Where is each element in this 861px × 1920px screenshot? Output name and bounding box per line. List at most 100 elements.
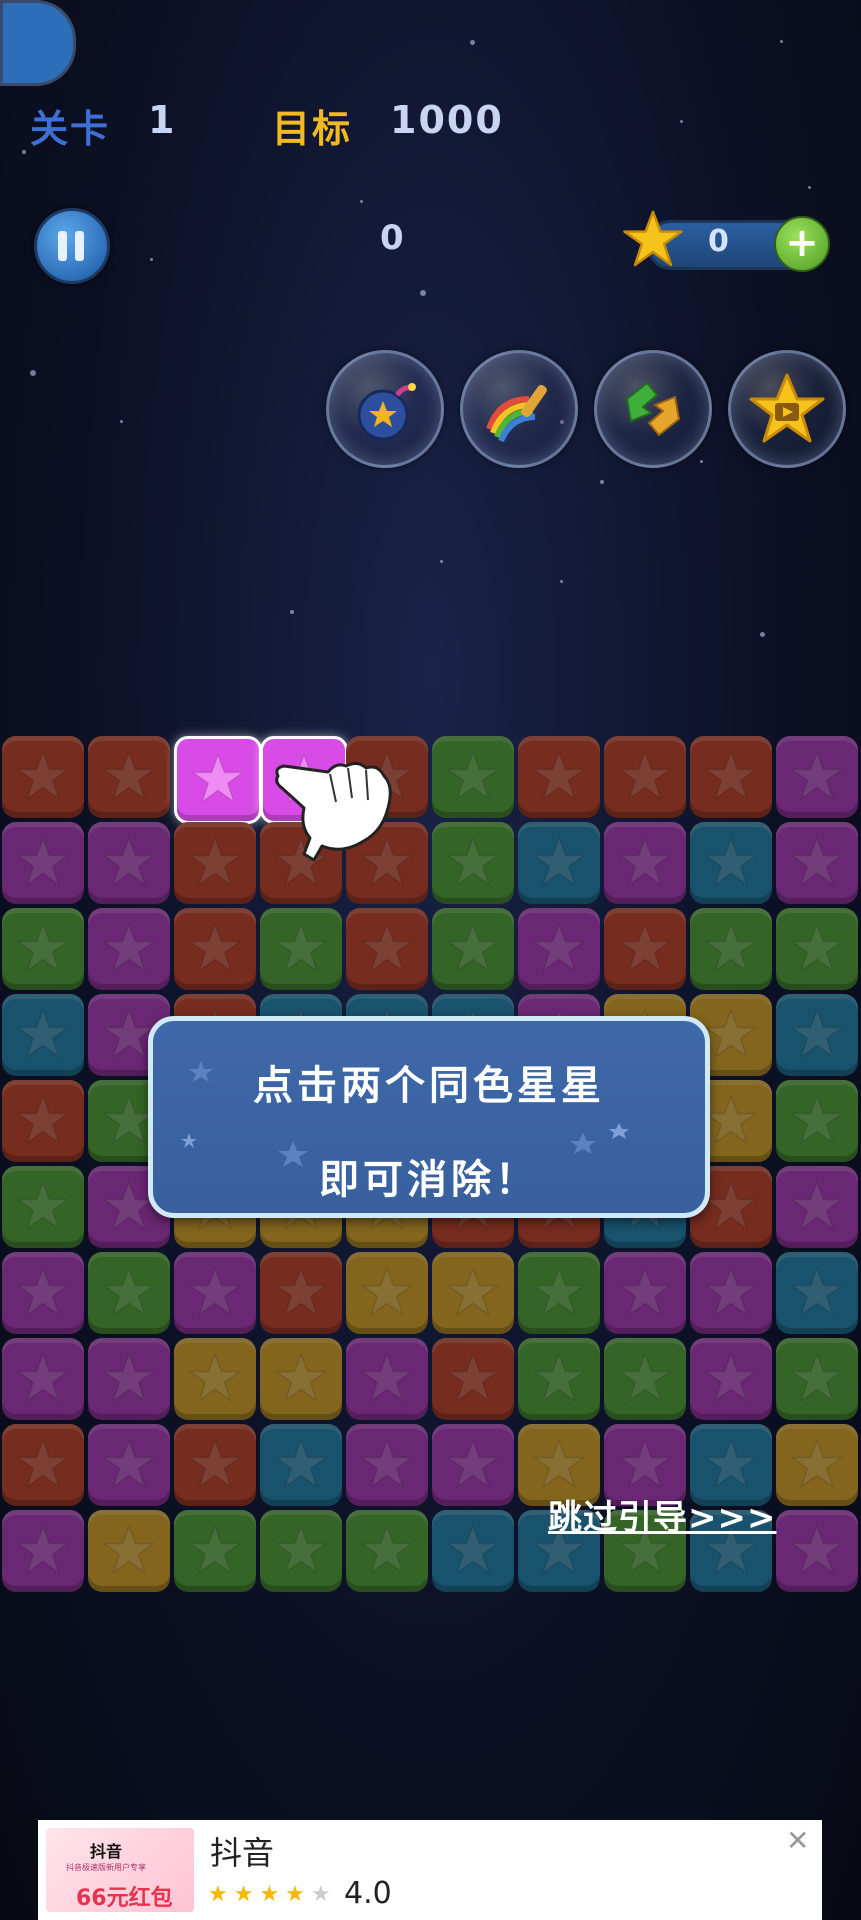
star-tile[interactable] (604, 908, 686, 990)
coin-star-icon (623, 210, 683, 267)
star-tile[interactable] (518, 1338, 600, 1420)
star-tile[interactable] (518, 822, 600, 904)
star-icon (361, 1267, 413, 1316)
star-tile[interactable] (174, 1252, 256, 1334)
star-tile[interactable] (346, 1424, 428, 1506)
star-tile[interactable] (776, 1338, 858, 1420)
star-tile[interactable] (604, 736, 686, 818)
star-icon (361, 1353, 413, 1402)
star-tile[interactable] (776, 1424, 858, 1506)
star-icon (17, 837, 69, 886)
star-tile[interactable] (2, 994, 84, 1076)
rainbow-brush-icon (486, 384, 547, 443)
star-tile[interactable] (88, 908, 170, 990)
powerup-rainbow-brush-button[interactable] (460, 350, 578, 468)
star-tile[interactable] (88, 822, 170, 904)
star-tile[interactable] (432, 822, 514, 904)
powerup-swap-button[interactable] (594, 350, 712, 468)
star-tile[interactable] (690, 822, 772, 904)
star-tile[interactable] (518, 908, 600, 990)
star-tile[interactable] (2, 736, 84, 818)
star-tile[interactable] (88, 1252, 170, 1334)
star-icon (705, 751, 757, 800)
pause-icon-bar (75, 231, 84, 261)
star-tile[interactable] (2, 908, 84, 990)
star-tile[interactable] (776, 994, 858, 1076)
star-tile[interactable] (432, 1510, 514, 1592)
star-tile[interactable] (604, 1252, 686, 1334)
star-icon (447, 1353, 499, 1402)
star-tile[interactable] (2, 1080, 84, 1162)
star-icon (705, 1439, 757, 1488)
star-tile[interactable] (260, 1252, 342, 1334)
ad-thumbnail[interactable]: 抖音 抖音极速版新用户专享 66元红包 (46, 1828, 194, 1912)
ad-banner[interactable]: 抖音 抖音极速版新用户专享 66元红包 抖音 ★★★★★ 4.0 ✕ (38, 1820, 822, 1920)
star-icon (533, 1439, 585, 1488)
star-tile[interactable] (432, 1252, 514, 1334)
star-tile[interactable] (2, 1338, 84, 1420)
star-icon (17, 1009, 69, 1058)
star-tile[interactable] (346, 908, 428, 990)
star-icon (275, 923, 327, 972)
ad-close-icon[interactable]: ✕ (786, 1824, 809, 1857)
star-tile[interactable] (690, 908, 772, 990)
star-tile[interactable] (88, 1338, 170, 1420)
star-tile[interactable] (776, 1166, 858, 1248)
star-tile[interactable] (690, 1252, 772, 1334)
star-tile[interactable] (260, 1510, 342, 1592)
background-star-dot (420, 290, 426, 296)
star-tile[interactable] (776, 1252, 858, 1334)
star-tile[interactable] (2, 1166, 84, 1248)
star-tile[interactable] (776, 908, 858, 990)
star-tile[interactable] (174, 908, 256, 990)
star-tile[interactable] (690, 1338, 772, 1420)
star-tile[interactable] (174, 1424, 256, 1506)
swap-icon (625, 381, 681, 437)
star-tile[interactable] (88, 1510, 170, 1592)
star-tile[interactable] (604, 822, 686, 904)
star-tile[interactable] (174, 1338, 256, 1420)
star-tile[interactable] (432, 1424, 514, 1506)
star-tile[interactable] (690, 736, 772, 818)
star-tile[interactable] (432, 908, 514, 990)
star-tile-highlighted[interactable] (174, 736, 262, 824)
star-tile[interactable] (776, 1080, 858, 1162)
star-tile[interactable] (776, 1510, 858, 1592)
star-icon (189, 1525, 241, 1574)
side-menu-button[interactable] (0, 0, 76, 86)
star-icon (791, 1095, 843, 1144)
star-icon (791, 1353, 843, 1402)
rating-stars-filled: ★★★★ (208, 1882, 311, 1907)
star-tile[interactable] (604, 1338, 686, 1420)
star-tile[interactable] (776, 736, 858, 818)
star-tile[interactable] (518, 1252, 600, 1334)
star-tile[interactable] (776, 822, 858, 904)
star-tile[interactable] (88, 1424, 170, 1506)
star-tile[interactable] (2, 1424, 84, 1506)
star-tile[interactable] (260, 1338, 342, 1420)
star-tile[interactable] (2, 1510, 84, 1592)
pause-icon (58, 231, 67, 261)
star-tile[interactable] (174, 822, 256, 904)
star-tile[interactable] (2, 1252, 84, 1334)
star-tile[interactable] (260, 1424, 342, 1506)
skip-tutorial-link[interactable]: 跳过引导>>> (548, 1490, 776, 1539)
star-tile[interactable] (174, 1510, 256, 1592)
star-icon (275, 1439, 327, 1488)
star-tile[interactable] (88, 736, 170, 818)
star-tile[interactable] (260, 908, 342, 990)
star-tile[interactable] (2, 822, 84, 904)
add-coins-button[interactable]: + (774, 216, 830, 272)
pause-button[interactable] (34, 208, 110, 284)
star-icon (791, 1525, 843, 1574)
star-tile[interactable] (346, 1338, 428, 1420)
powerup-video-star-button[interactable] (728, 350, 846, 468)
star-icon (103, 923, 155, 972)
star-tile[interactable] (346, 1510, 428, 1592)
star-tile[interactable] (346, 1252, 428, 1334)
star-tile[interactable] (518, 736, 600, 818)
tutorial-instruction-line2: 即可消除！ (319, 1157, 539, 1203)
star-tile[interactable] (432, 736, 514, 818)
powerup-bomb-button[interactable] (326, 350, 444, 468)
star-tile[interactable] (432, 1338, 514, 1420)
